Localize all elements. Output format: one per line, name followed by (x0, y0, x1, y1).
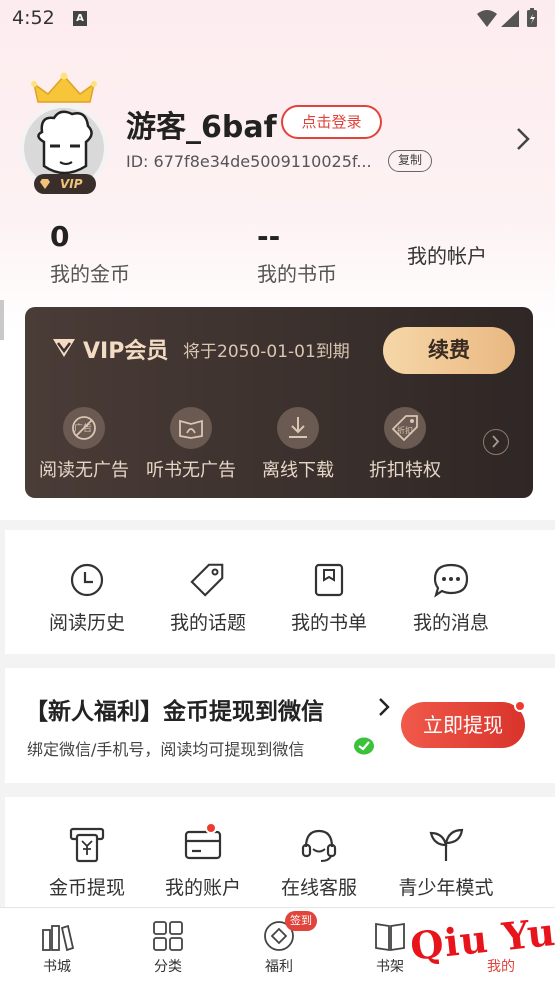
coin-withdraw-icon (67, 825, 107, 865)
nav-bookstore[interactable]: 书城 (17, 918, 97, 976)
vip-card[interactable]: VIP会员 将于2050-01-01到期 续费 广告 阅读无广告 听书无广告 离… (25, 307, 533, 498)
reading-history-link[interactable]: 阅读历史 (27, 560, 147, 635)
notification-dot (514, 700, 526, 712)
my-account-service-link[interactable]: 我的账户 (143, 825, 263, 900)
coins-value[interactable]: 0 (50, 220, 69, 253)
chevron-right-icon[interactable] (515, 126, 531, 156)
category-grid-icon (150, 918, 186, 954)
signal-icon (501, 10, 519, 27)
coin-withdraw-link[interactable]: 金币提现 (27, 825, 147, 900)
chevron-right-icon[interactable] (483, 429, 509, 455)
wallet-stats: 0 我的金币 -- 我的书币 我的帐户 (0, 215, 555, 295)
my-topics-link[interactable]: 我的话题 (148, 560, 268, 635)
chevron-right-icon (377, 696, 391, 722)
teen-mode-label: 青少年模式 (398, 877, 494, 899)
wallet-card-icon (183, 825, 223, 865)
notification-dot (205, 822, 217, 834)
avatar[interactable]: VIP (20, 70, 112, 196)
tag-icon (188, 560, 228, 600)
promo-subtitle: 绑定微信/手机号，阅读均可提现到微信 (27, 740, 305, 759)
clock-icon (67, 560, 107, 600)
vip-expire-text: 将于2050-01-01到期 (183, 342, 350, 362)
nav-category[interactable]: 分类 (128, 918, 208, 976)
coin-withdraw-label: 金币提现 (48, 877, 125, 899)
new-user-promo[interactable]: 【新人福利】金币提现到微信 绑定微信/手机号，阅读均可提现到微信 立即提现 (5, 668, 555, 783)
audio-book-icon (170, 407, 212, 449)
sprout-icon (426, 825, 466, 865)
reading-history-label: 阅读历史 (48, 612, 125, 634)
book-coins-label[interactable]: 我的书币 (257, 258, 337, 287)
coins-label[interactable]: 我的金币 (50, 258, 130, 287)
book-coins-value[interactable]: -- (257, 220, 280, 253)
online-support-link[interactable]: 在线客服 (259, 825, 379, 900)
sign-in-badge: 签到 (285, 911, 317, 931)
vip-benefit-ad-free[interactable]: 广告 阅读无广告 (29, 407, 139, 482)
my-account-service-label: 我的账户 (164, 877, 241, 899)
promo-title: 【新人福利】金币提现到微信 (25, 699, 324, 725)
wifi-icon (477, 10, 497, 27)
status-time: 4:52 (12, 7, 55, 29)
username: 游客_6baf (126, 110, 277, 145)
services-section: 金币提现 我的账户 在线客服 青少年模式 (5, 797, 555, 907)
bookmark-list-icon (309, 560, 349, 600)
vip-diamond-icon (53, 339, 75, 357)
vip-benefit-label: 离线下载 (262, 460, 334, 481)
discount-tag-icon: 折扣 (384, 407, 426, 449)
vip-benefit-label: 听书无广告 (146, 460, 236, 481)
discount-icon-text: 折扣 (397, 426, 413, 435)
ad-free-icon-text: 广告 (74, 424, 93, 434)
my-messages-link[interactable]: 我的消息 (391, 560, 511, 635)
message-icon (431, 560, 471, 600)
crown-icon (31, 72, 97, 103)
my-booklist-label: 我的书单 (290, 612, 367, 634)
my-account-link[interactable]: 我的帐户 (407, 240, 487, 269)
renew-button[interactable]: 续费 (383, 327, 515, 374)
profile-header[interactable]: VIP 游客_6baf 点击登录 ID: 677f8e34de500911002… (0, 60, 555, 210)
bookstore-icon (39, 918, 75, 954)
edge-strip (0, 300, 4, 340)
nav-welfare-label: 福利 (265, 959, 293, 975)
teen-mode-link[interactable]: 青少年模式 (386, 825, 506, 900)
status-bar: 4:52 A (0, 0, 555, 38)
vip-badge-label: VIP (60, 177, 83, 191)
nav-bookstore-label: 书城 (43, 959, 71, 975)
notification-icon: A (73, 11, 87, 26)
headset-icon (299, 825, 339, 865)
wechat-icon (353, 736, 375, 760)
vip-title: VIP会员 (83, 339, 169, 364)
my-booklist-link[interactable]: 我的书单 (269, 560, 389, 635)
my-messages-label: 我的消息 (412, 612, 489, 634)
ad-free-icon: 广告 (63, 407, 105, 449)
nav-category-label: 分类 (154, 959, 182, 975)
bookshelf-icon (372, 918, 408, 954)
vip-benefit-label: 折扣特权 (369, 460, 441, 481)
login-button[interactable]: 点击登录 (281, 105, 382, 139)
vip-benefit-audio-free[interactable]: 听书无广告 (136, 407, 246, 482)
vip-benefit-download[interactable]: 离线下载 (243, 407, 353, 482)
vip-benefit-discount[interactable]: 折扣 折扣特权 (350, 407, 460, 482)
battery-icon (527, 8, 537, 27)
my-topics-label: 我的话题 (169, 612, 246, 634)
vip-benefit-label: 阅读无广告 (39, 460, 129, 481)
status-icons (475, 8, 545, 34)
download-icon (277, 407, 319, 449)
quick-links-section: 阅读历史 我的话题 我的书单 我的消息 (5, 530, 555, 654)
user-id: ID: 677f8e34de5009110025f... (126, 152, 372, 171)
profile-screen: 4:52 A VIP 游客_6baf 点击登录 ID: 677f8e34de50… (0, 0, 555, 982)
online-support-label: 在线客服 (280, 877, 357, 899)
copy-id-button[interactable]: 复制 (388, 150, 432, 172)
withdraw-now-button[interactable]: 立即提现 (401, 702, 525, 748)
sheep-avatar-icon (37, 110, 93, 175)
